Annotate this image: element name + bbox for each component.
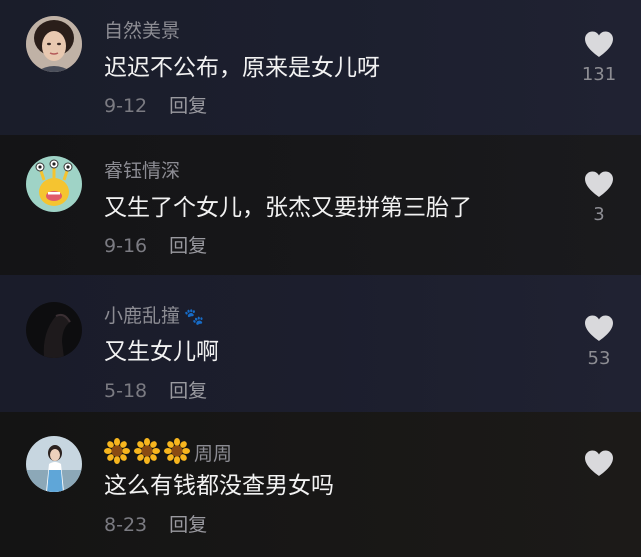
username[interactable]: 小鹿乱撞 🐾 <box>104 304 204 329</box>
comment-item: 睿钰情深 又生了个女儿，张杰又要拼第三胎了 9-16 回复 3 <box>0 135 641 275</box>
comment-text: 迟迟不公布，原来是女儿呀 <box>104 55 380 81</box>
sunflower-icon <box>134 438 160 464</box>
like-count: 3 <box>593 204 605 225</box>
heart-icon <box>585 450 613 476</box>
reply-button[interactable]: 回复 <box>169 235 207 257</box>
heart-icon <box>585 171 613 197</box>
comment-text: 这么有钱都没查男女吗 <box>104 473 334 499</box>
heart-icon <box>585 31 613 57</box>
comment-meta: 9-16 回复 <box>104 234 207 258</box>
sunflower-icon <box>104 438 130 464</box>
like-button[interactable] <box>580 449 618 483</box>
comment-date: 9-12 <box>104 95 148 117</box>
reply-button[interactable]: 回复 <box>169 95 207 117</box>
username[interactable]: 自然美景 <box>104 19 180 43</box>
comment-meta: 8-23 回复 <box>104 513 207 537</box>
reply-button[interactable]: 回复 <box>169 514 207 536</box>
like-count: 53 <box>587 348 611 369</box>
username[interactable]: 周周 <box>104 438 232 466</box>
user-avatar[interactable] <box>26 302 82 358</box>
sunflower-icon <box>164 438 190 464</box>
user-avatar[interactable] <box>26 156 82 212</box>
username[interactable]: 睿钰情深 <box>104 159 180 183</box>
comment-date: 5-18 <box>104 380 148 402</box>
comment-meta: 9-12 回复 <box>104 94 207 118</box>
comment-text: 又生女儿啊 <box>104 339 219 365</box>
comment-date: 8-23 <box>104 514 148 536</box>
like-button[interactable]: 53 <box>580 314 618 370</box>
comment-item: 周周 这么有钱都没查男女吗 8-23 回复 <box>0 412 641 557</box>
heart-icon <box>585 315 613 341</box>
user-avatar[interactable] <box>26 16 82 72</box>
paw-print-icon: 🐾 <box>184 307 204 326</box>
like-count: 131 <box>581 64 617 85</box>
comment-meta: 5-18 回复 <box>104 379 207 403</box>
comment-list: 自然美景 迟迟不公布，原来是女儿呀 9-12 回复 131 睿钰情深 又生了个女… <box>0 0 641 557</box>
like-button[interactable]: 3 <box>580 170 618 226</box>
comment-item: 自然美景 迟迟不公布，原来是女儿呀 9-12 回复 131 <box>0 0 641 135</box>
comment-item: 小鹿乱撞 🐾 又生女儿啊 5-18 回复 53 <box>0 275 641 412</box>
comment-text: 又生了个女儿，张杰又要拼第三胎了 <box>104 195 472 221</box>
reply-button[interactable]: 回复 <box>169 380 207 402</box>
like-button[interactable]: 131 <box>580 30 618 86</box>
user-avatar[interactable] <box>26 436 82 492</box>
comment-date: 9-16 <box>104 235 148 257</box>
